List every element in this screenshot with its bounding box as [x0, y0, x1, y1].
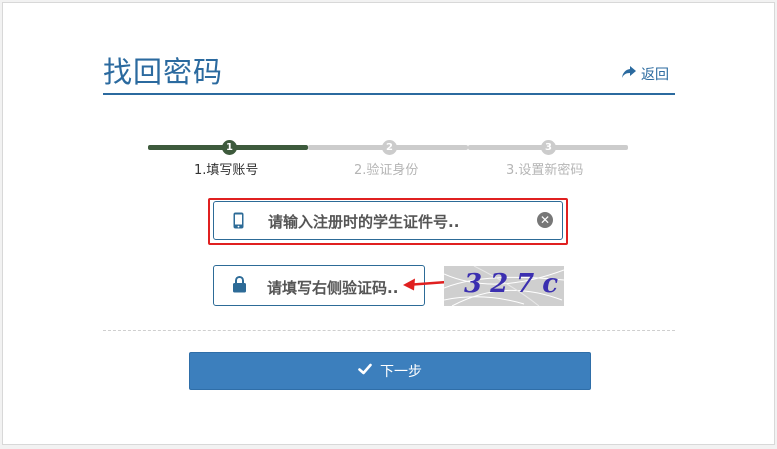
- step-3-dot: 3: [541, 140, 556, 155]
- clear-icon[interactable]: ✕: [537, 212, 553, 228]
- form-panel: 找回密码 返回 1 2 3 1.填写账号 2.验证身份 3.设置新密码 请输入注…: [2, 2, 775, 445]
- section-divider: [103, 330, 675, 331]
- captcha-input[interactable]: 请填写右侧验证码..: [213, 265, 425, 306]
- student-id-placeholder: 请输入注册时的学生证件号..: [268, 213, 460, 231]
- step-1-dot: 1: [222, 140, 237, 155]
- captcha-text: 327c: [464, 269, 564, 299]
- title-divider: [103, 93, 675, 95]
- share-arrow-icon: [621, 65, 637, 83]
- student-id-input[interactable]: 请输入注册时的学生证件号.. ✕: [213, 201, 563, 240]
- step-3-label: 3.设置新密码: [506, 163, 584, 178]
- lock-icon: [232, 275, 247, 297]
- captcha-placeholder: 请填写右侧验证码..: [267, 279, 399, 297]
- step-2-label: 2.验证身份: [354, 163, 419, 178]
- mobile-phone-icon: [233, 212, 244, 233]
- back-label: 返回: [641, 67, 669, 83]
- check-icon: [358, 363, 372, 379]
- annotation-arrow: [403, 278, 448, 291]
- captcha-image[interactable]: 327c: [444, 266, 564, 306]
- step-2-dot: 2: [382, 140, 397, 155]
- page-title: 找回密码: [103, 55, 224, 89]
- next-step-label: 下一步: [380, 364, 422, 380]
- back-link[interactable]: 返回: [621, 64, 669, 84]
- step-1-label: 1.填写账号: [194, 163, 259, 178]
- next-step-button[interactable]: 下一步: [189, 352, 591, 390]
